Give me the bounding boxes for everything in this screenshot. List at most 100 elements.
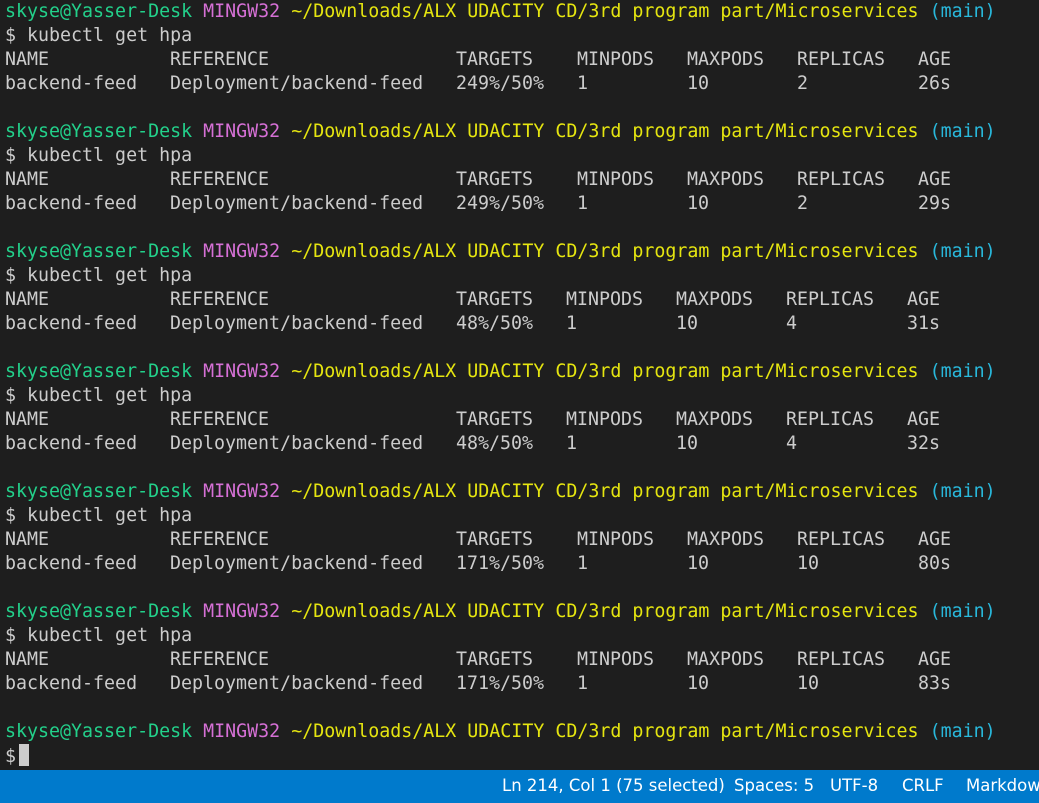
prompt-user: skyse [5, 1, 61, 22]
prompt-user: skyse [5, 481, 61, 502]
cell-targets: 249%/50% [456, 193, 545, 214]
terminal-panel[interactable]: skyse@Yasser-Desk MINGW32 ~/Downloads/AL… [0, 0, 1039, 770]
cell-age: 80s [918, 553, 952, 574]
command-line: $ kubectl get hpa [5, 25, 193, 46]
cell-replicas: 4 [786, 433, 798, 454]
table-row: backend-feed Deployment/backend-feed 249… [5, 72, 1039, 96]
prompt-host: @Yasser-Desk [60, 481, 193, 502]
prompt-symbol: $ [5, 746, 17, 767]
table-row: backend-feed Deployment/backend-feed 171… [5, 672, 1039, 696]
header-replicas: REPLICAS [786, 409, 875, 430]
input-line[interactable]: $ [5, 744, 1039, 768]
command-line: $ kubectl get hpa [5, 505, 193, 526]
header-reference: REFERENCE [170, 49, 270, 70]
cell-name: backend-feed [5, 193, 138, 214]
header-age: AGE [918, 649, 952, 670]
header-maxpods: MAXPODS [687, 49, 765, 70]
table-header: NAME REFERENCE TARGETS MINPODS MAXPODS R… [5, 168, 1039, 192]
cell-maxpods: 10 [676, 313, 699, 334]
header-replicas: REPLICAS [797, 649, 886, 670]
cell-targets: 249%/50% [456, 73, 545, 94]
cursor-position-indicator[interactable]: Ln 214, Col 1 (75 selected) [502, 776, 725, 795]
header-targets: TARGETS [456, 289, 534, 310]
header-reference: REFERENCE [170, 649, 270, 670]
header-targets: TARGETS [456, 169, 534, 190]
language-mode-indicator[interactable]: Markdown [966, 776, 1039, 795]
header-name: NAME [5, 409, 50, 430]
cell-reference: Deployment/backend-feed [170, 553, 424, 574]
prompt-branch: (main) [929, 721, 996, 742]
status-bar: Ln 214, Col 1 (75 selected) Spaces: 5 UT… [0, 770, 1039, 803]
prompt-shell: MINGW32 [203, 721, 281, 742]
header-minpods: MINPODS [577, 529, 655, 550]
cell-age: 26s [918, 73, 952, 94]
table-header: NAME REFERENCE TARGETS MINPODS MAXPODS R… [5, 408, 1039, 432]
prompt-path: ~/Downloads/ALX UDACITY CD/3rd program p… [291, 601, 919, 622]
header-maxpods: MAXPODS [687, 169, 765, 190]
cell-age: 29s [918, 193, 952, 214]
prompt-line: skyse@Yasser-Desk MINGW32 ~/Downloads/AL… [5, 0, 1039, 24]
table-header: NAME REFERENCE TARGETS MINPODS MAXPODS R… [5, 48, 1039, 72]
cell-replicas: 10 [797, 673, 820, 694]
command-line: $ kubectl get hpa [5, 265, 193, 286]
prompt-path: ~/Downloads/ALX UDACITY CD/3rd program p… [291, 121, 919, 142]
header-maxpods: MAXPODS [687, 649, 765, 670]
active-prompt-block[interactable]: skyse@Yasser-Desk MINGW32 ~/Downloads/AL… [5, 720, 1039, 768]
cell-replicas: 2 [797, 73, 809, 94]
command-line: $ kubectl get hpa [5, 625, 193, 646]
cell-targets: 171%/50% [456, 553, 545, 574]
header-age: AGE [918, 169, 952, 190]
indentation-indicator[interactable]: Spaces: 5 [734, 776, 814, 795]
header-minpods: MINPODS [577, 649, 655, 670]
header-targets: TARGETS [456, 529, 534, 550]
cell-reference: Deployment/backend-feed [170, 313, 424, 334]
prompt-branch: (main) [929, 121, 996, 142]
header-name: NAME [5, 529, 50, 550]
cell-minpods: 1 [577, 193, 589, 214]
prompt-user: skyse [5, 601, 61, 622]
header-name: NAME [5, 649, 50, 670]
cell-targets: 171%/50% [456, 673, 545, 694]
header-age: AGE [907, 289, 941, 310]
prompt-user: skyse [5, 361, 61, 382]
prompt-host: @Yasser-Desk [60, 241, 193, 262]
cell-name: backend-feed [5, 673, 138, 694]
prompt-host: @Yasser-Desk [60, 361, 193, 382]
prompt-path: ~/Downloads/ALX UDACITY CD/3rd program p… [291, 241, 919, 262]
prompt-line: skyse@Yasser-Desk MINGW32 ~/Downloads/AL… [5, 720, 1039, 744]
cell-name: backend-feed [5, 73, 138, 94]
header-age: AGE [907, 409, 941, 430]
prompt-user: skyse [5, 241, 61, 262]
table-header: NAME REFERENCE TARGETS MINPODS MAXPODS R… [5, 648, 1039, 672]
command-line: $ kubectl get hpa [5, 385, 193, 406]
prompt-line: skyse@Yasser-Desk MINGW32 ~/Downloads/AL… [5, 480, 1039, 504]
cell-replicas: 2 [797, 193, 809, 214]
text-cursor[interactable] [19, 744, 30, 766]
encoding-indicator[interactable]: UTF-8 [830, 776, 878, 795]
command-block: skyse@Yasser-Desk MINGW32 ~/Downloads/AL… [5, 120, 1039, 240]
prompt-shell: MINGW32 [203, 601, 281, 622]
table-row: backend-feed Deployment/backend-feed 48%… [5, 312, 1039, 336]
prompt-path: ~/Downloads/ALX UDACITY CD/3rd program p… [291, 361, 919, 382]
header-minpods: MINPODS [566, 409, 644, 430]
header-maxpods: MAXPODS [676, 409, 754, 430]
eol-indicator[interactable]: CRLF [902, 776, 944, 795]
prompt-path: ~/Downloads/ALX UDACITY CD/3rd program p… [291, 721, 919, 742]
command-block: skyse@Yasser-Desk MINGW32 ~/Downloads/AL… [5, 360, 1039, 480]
prompt-line: skyse@Yasser-Desk MINGW32 ~/Downloads/AL… [5, 120, 1039, 144]
cell-minpods: 1 [577, 673, 589, 694]
header-targets: TARGETS [456, 49, 534, 70]
header-replicas: REPLICAS [797, 49, 886, 70]
prompt-line: skyse@Yasser-Desk MINGW32 ~/Downloads/AL… [5, 240, 1039, 264]
prompt-path: ~/Downloads/ALX UDACITY CD/3rd program p… [291, 1, 919, 22]
prompt-branch: (main) [929, 1, 996, 22]
cell-replicas: 10 [797, 553, 820, 574]
command-block: skyse@Yasser-Desk MINGW32 ~/Downloads/AL… [5, 0, 1039, 120]
cell-minpods: 1 [577, 73, 589, 94]
header-name: NAME [5, 49, 50, 70]
